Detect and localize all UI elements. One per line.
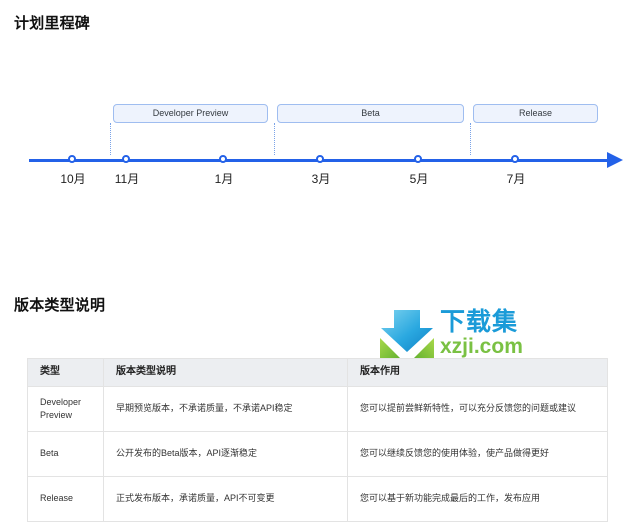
timeline-phase-divider: [274, 123, 275, 155]
table-header-row: 类型 版本类型说明 版本作用: [27, 358, 608, 387]
timeline-month-label: 7月: [506, 172, 526, 186]
timeline-milestone-dot: [219, 154, 227, 163]
timeline-phase-box: Developer Preview: [113, 104, 268, 123]
timeline-milestone-dot: [68, 154, 76, 163]
timeline-milestone-dot: [511, 154, 519, 163]
cell-type: Beta: [27, 431, 104, 477]
column-header-type: 类型: [27, 358, 104, 387]
cell-role: 您可以继续反馈您的使用体验，使产品做得更好: [347, 431, 608, 477]
timeline-phase-divider: [110, 123, 111, 155]
timeline-month-label: 10月: [60, 172, 86, 186]
table-row: Developer Preview 早期预览版本，不承诺质量，不承诺API稳定 您可…: [27, 386, 608, 432]
cell-description: 公开发布的Beta版本，API逐渐稳定: [103, 431, 348, 477]
timeline-phase-box: Beta: [277, 104, 464, 123]
cell-role: 您可以提前尝鲜新特性，可以充分反馈您的问题或建议: [347, 386, 608, 432]
table-row: Beta 公开发布的Beta版本，API逐渐稳定 您可以继续反馈您的使用体验，使产品…: [27, 431, 608, 477]
timeline-milestone-dot: [122, 154, 130, 163]
timeline-month-label: 5月: [409, 172, 429, 186]
page-title-milestone: 计划里程碑: [14, 15, 91, 32]
cell-role: 您可以基于新功能完成最后的工作，发布应用: [347, 476, 608, 522]
timeline-month-label: 3月: [311, 172, 331, 186]
watermark-brand: 下载集: [440, 308, 519, 336]
timeline-phase-box: Release: [473, 104, 598, 123]
release-types-table: 类型 版本类型说明 版本作用 Developer Preview 早期预览版本，不…: [27, 358, 608, 522]
column-header-description: 版本类型说明: [103, 358, 348, 387]
timeline-phase-divider: [470, 123, 471, 155]
download-arrow-icon: [380, 310, 434, 360]
timeline-milestone-dot: [316, 154, 324, 163]
timeline-month-label: 1月: [214, 172, 234, 186]
column-header-role: 版本作用: [347, 358, 608, 387]
cell-description: 正式发布版本，承诺质量，API不可变更: [103, 476, 348, 522]
timeline-milestone-dot: [414, 154, 422, 163]
watermark-domain: xzji.com: [440, 335, 523, 358]
cell-type: Release: [27, 476, 104, 522]
table-row: Release 正式发布版本，承诺质量，API不可变更 您可以基于新功能完成最后的工…: [27, 476, 608, 522]
milestone-timeline: Developer Preview Beta Release 10月 11月 1月 3月 5…: [0, 90, 640, 205]
cell-type: Developer Preview: [27, 386, 104, 432]
page-title-release-types: 版本类型说明: [14, 297, 106, 314]
cell-description: 早期预览版本，不承诺质量，不承诺API稳定: [103, 386, 348, 432]
timeline-month-label: 11月: [114, 172, 140, 186]
timeline-arrow-icon: [607, 152, 623, 168]
